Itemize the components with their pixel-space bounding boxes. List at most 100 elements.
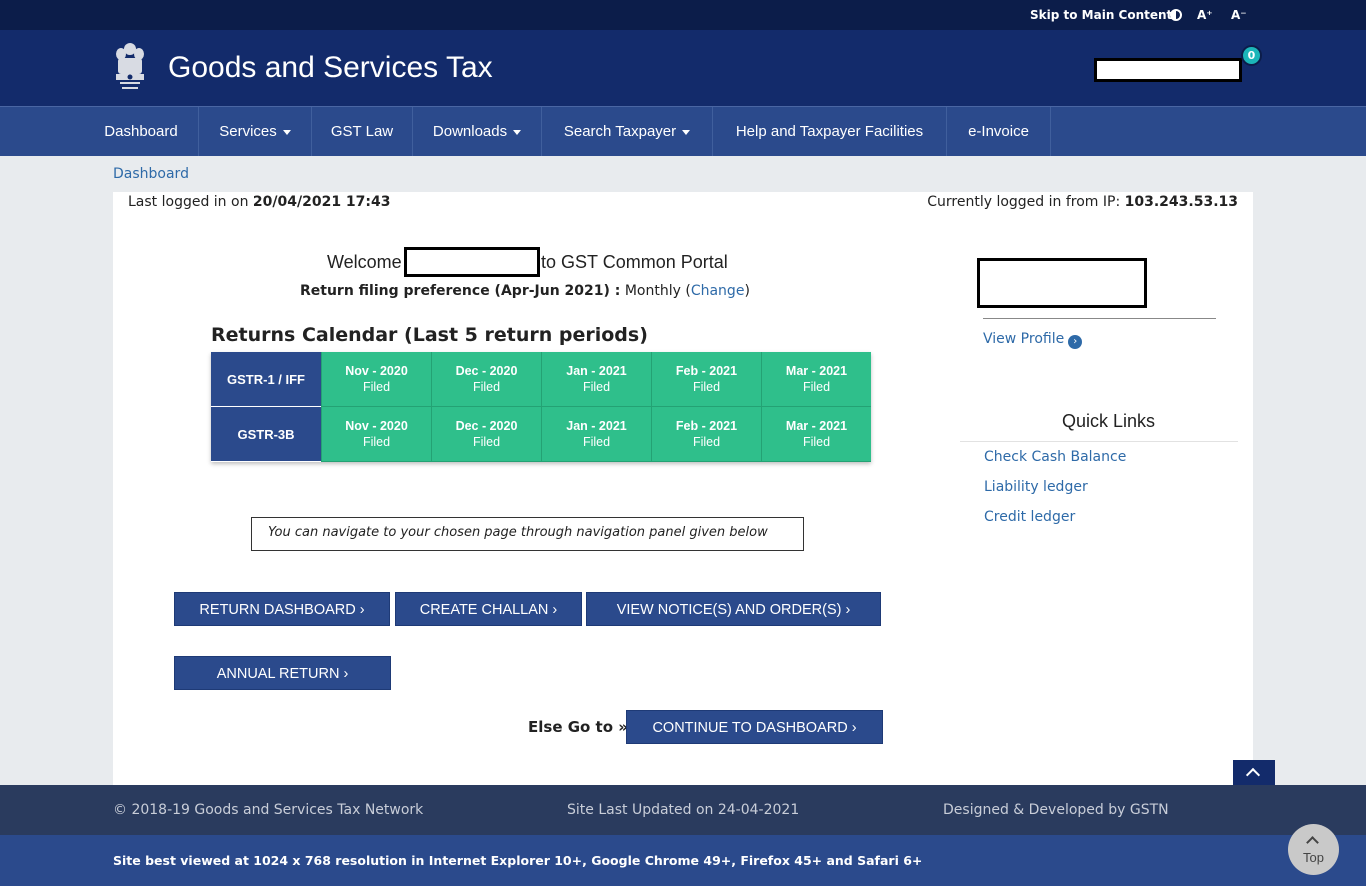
else-go-to-label: Else Go to »	[528, 718, 628, 736]
nav-item-label: Help and Taxpayer Facilities	[735, 123, 924, 140]
nav-downloads[interactable]: Downloads	[413, 107, 542, 156]
welcome-prefix: Welcome	[327, 252, 402, 272]
status-label: Filed	[362, 380, 391, 394]
nav-services[interactable]: Services	[199, 107, 312, 156]
caret-down-icon	[682, 129, 691, 135]
period-label: Feb - 2021	[675, 419, 738, 433]
quick-link-check-cash-balance[interactable]: Check Cash Balance	[984, 449, 1126, 465]
returns-calendar-table: GSTR-1 / IFF Nov - 2020 Filed Dec - 2020 F…	[211, 352, 871, 462]
view-profile-label: View Profile	[983, 331, 1065, 347]
national-emblem-icon[interactable]	[112, 40, 148, 96]
nav-help-taxpayer-facilities[interactable]: Help and Taxpayer Facilities	[713, 107, 947, 156]
nav-item-label: Downloads	[432, 123, 508, 140]
top-utility-bar: Skip to Main Content A⁺ A⁻	[0, 0, 1366, 30]
period-label: Dec - 2020	[455, 419, 518, 433]
calendar-cell[interactable]: Dec - 2020 Filed	[431, 352, 541, 407]
calendar-cell[interactable]: Mar - 2021 Filed	[761, 407, 871, 462]
table-row: GSTR-3B Nov - 2020 Filed Dec - 2020 Filed …	[211, 407, 871, 462]
view-notices-orders-button[interactable]: VIEW NOTICE(S) AND ORDER(S) ›	[586, 592, 881, 626]
status-label: Filed	[692, 380, 721, 394]
font-decrease-button[interactable]: A⁻	[1231, 8, 1247, 22]
return-type-gstr3b: GSTR-3B	[211, 407, 321, 462]
navigation-info-box: You can navigate to your chosen page thr…	[251, 517, 804, 551]
nav-item-label: Services	[219, 123, 277, 140]
quick-link-liability-ledger[interactable]: Liability ledger	[984, 479, 1088, 495]
last-login-info: Last logged in on 20/04/2021 17:43	[128, 194, 391, 210]
pref-label: Return filing preference (Apr-Jun 2021) …	[300, 283, 621, 299]
notification-badge[interactable]: 0	[1241, 45, 1262, 66]
profile-divider	[983, 318, 1216, 319]
calendar-cell[interactable]: Feb - 2021 Filed	[651, 407, 761, 462]
ip-value: 103.243.53.13	[1124, 194, 1238, 210]
site-header: Goods and Services Tax 0	[0, 30, 1366, 106]
quick-link-credit-ledger[interactable]: Credit ledger	[984, 509, 1075, 525]
view-profile-link[interactable]: View Profile ›	[983, 331, 1083, 349]
welcome-suffix: to GST Common Portal	[541, 252, 728, 272]
status-label: Filed	[362, 435, 391, 449]
last-login-value: 20/04/2021 17:43	[252, 194, 391, 210]
main-nav: Dashboard Services GST Law Downloads Sea…	[0, 106, 1366, 156]
calendar-cell[interactable]: Jan - 2021 Filed	[541, 407, 651, 462]
chevron-up-icon	[1306, 836, 1319, 849]
change-preference-link[interactable]: Change	[691, 283, 745, 299]
ip-label: Currently logged in from IP:	[927, 194, 1121, 210]
calendar-cell[interactable]: Feb - 2021 Filed	[651, 352, 761, 407]
quick-links-title: Quick Links	[1062, 411, 1156, 431]
create-challan-button[interactable]: CREATE CHALLAN ›	[395, 592, 582, 626]
nav-search-taxpayer[interactable]: Search Taxpayer	[542, 107, 713, 156]
nav-item-label: GST Law	[330, 123, 394, 140]
table-row: GSTR-1 / IFF Nov - 2020 Filed Dec - 2020 F…	[211, 352, 871, 407]
nav-e-invoice[interactable]: e-Invoice	[947, 107, 1051, 156]
status-label: Filed	[472, 435, 501, 449]
calendar-cell[interactable]: Jan - 2021 Filed	[541, 352, 651, 407]
nav-dashboard[interactable]: Dashboard	[84, 107, 199, 156]
caret-down-icon	[513, 129, 522, 135]
calendar-cell[interactable]: Nov - 2020 Filed	[321, 407, 431, 462]
period-label: Feb - 2021	[675, 364, 738, 378]
chevron-circle-right-icon: ›	[1068, 335, 1083, 349]
chevron-up-icon	[1245, 767, 1261, 783]
contrast-icon[interactable]	[1170, 9, 1182, 21]
user-menu-redacted[interactable]	[1094, 58, 1242, 82]
welcome-name-redacted	[404, 247, 540, 277]
annual-return-button[interactable]: ANNUAL RETURN ›	[174, 656, 391, 690]
status-label: Filed	[692, 435, 721, 449]
period-label: Mar - 2021	[785, 364, 848, 378]
quick-links-divider	[960, 441, 1238, 442]
status-label: Filed	[582, 435, 611, 449]
pref-value: Monthly	[624, 283, 681, 299]
footer-copyright: © 2018-19 Goods and Services Tax Network	[113, 802, 424, 818]
status-label: Filed	[472, 380, 501, 394]
font-increase-button[interactable]: A⁺	[1197, 8, 1213, 22]
return-type-gstr1: GSTR-1 / IFF	[211, 352, 321, 407]
scroll-up-button[interactable]	[1233, 760, 1275, 786]
nav-gst-law[interactable]: GST Law	[312, 107, 413, 156]
nav-item-label: Dashboard	[104, 123, 178, 140]
footer-designed-by: Designed & Developed by GSTN	[943, 802, 1169, 818]
period-label: Dec - 2020	[455, 364, 518, 378]
return-filing-preference: Return filing preference (Apr-Jun 2021) …	[300, 283, 750, 299]
returns-calendar-title: Returns Calendar (Last 5 return periods)	[211, 324, 648, 346]
nav-item-label: Search Taxpayer	[563, 123, 677, 140]
breadcrumb-dashboard[interactable]: Dashboard	[113, 166, 189, 182]
profile-name-redacted	[977, 258, 1147, 308]
calendar-cell[interactable]: Dec - 2020 Filed	[431, 407, 541, 462]
calendar-cell[interactable]: Nov - 2020 Filed	[321, 352, 431, 407]
status-label: Filed	[802, 380, 831, 394]
return-dashboard-button[interactable]: RETURN DASHBOARD ›	[174, 592, 390, 626]
calendar-cell[interactable]: Mar - 2021 Filed	[761, 352, 871, 407]
footer-browser-bar: Site best viewed at 1024 x 768 resolutio…	[0, 835, 1366, 886]
period-label: Nov - 2020	[345, 419, 408, 433]
back-to-top-button[interactable]: Top	[1288, 824, 1339, 875]
current-ip-info: Currently logged in from IP: 103.243.53.…	[927, 194, 1238, 210]
status-label: Filed	[802, 435, 831, 449]
top-label: Top	[1303, 850, 1324, 865]
skip-to-main-content-link[interactable]: Skip to Main Content	[1030, 8, 1172, 22]
continue-to-dashboard-button[interactable]: CONTINUE TO DASHBOARD ›	[626, 710, 883, 744]
period-label: Mar - 2021	[785, 419, 848, 433]
site-title[interactable]: Goods and Services Tax	[168, 51, 493, 85]
status-label: Filed	[582, 380, 611, 394]
footer-last-updated: Site Last Updated on 24-04-2021	[567, 802, 800, 818]
footer-best-viewed: Site best viewed at 1024 x 768 resolutio…	[113, 853, 923, 868]
caret-down-icon	[282, 129, 291, 135]
